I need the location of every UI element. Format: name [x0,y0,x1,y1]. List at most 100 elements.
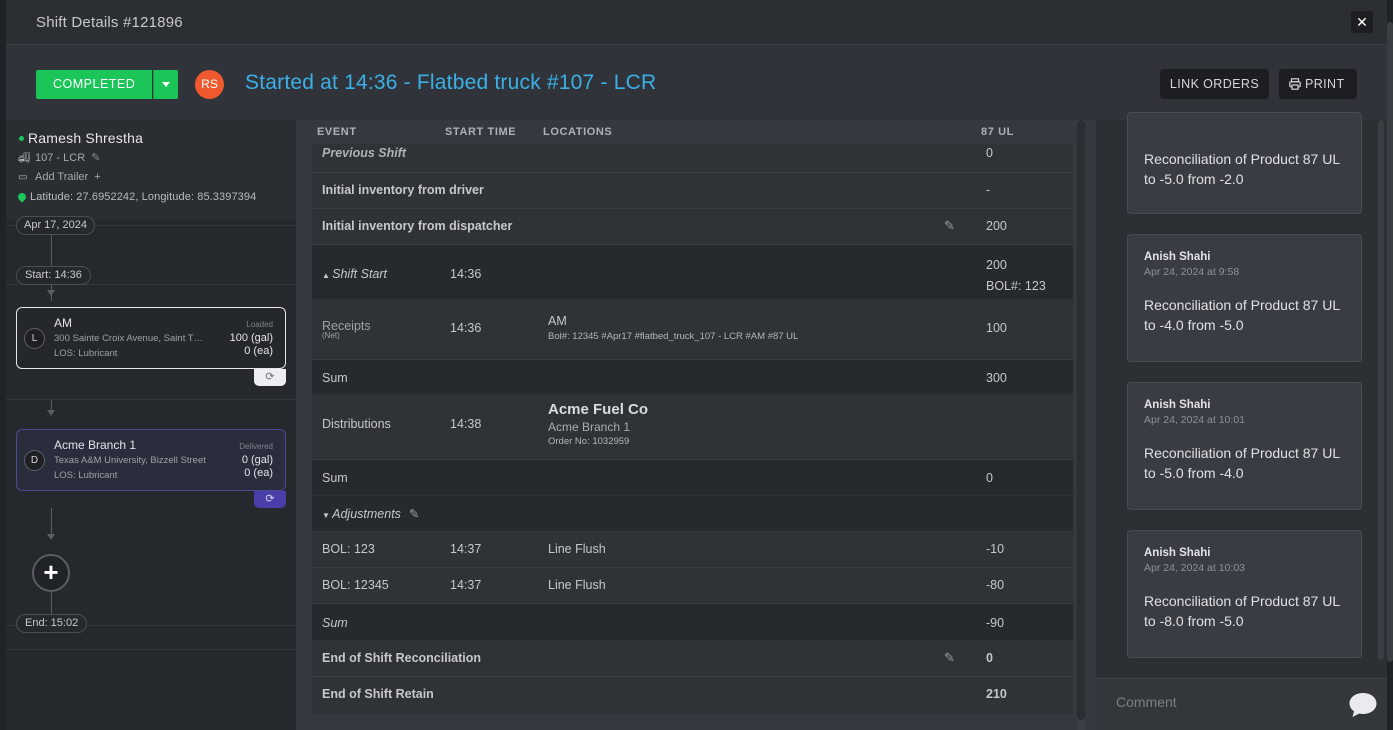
col-event: EVENT [317,126,357,138]
add-stop-button[interactable]: + [32,554,70,592]
value: -80 [986,578,1005,592]
sync-icon[interactable]: ⟳ [254,369,286,386]
order-number: Order No: 1032959 [548,436,630,447]
stop-type-badge: D [24,450,45,471]
table-row: End of Shift Reconciliation ✎ 0 [312,641,1073,677]
location-detail: Bol#: 12345 #Apr17 #flatbed_truck_107 - … [548,331,799,342]
stop-address: 300 Sainte Croix Avenue, Saint Thomas [54,333,206,344]
table-row: Sum -90 [312,604,1073,641]
comment-author: Anish Shahi [1144,399,1211,411]
edit-truck-icon[interactable]: ✎ [91,152,100,164]
event-label: Sum [322,371,348,385]
timeline-arrow [47,534,55,540]
table-row: End of Shift Retain 210 [312,677,1073,714]
timeline-arrow [47,410,55,416]
status-dropdown[interactable]: COMPLETED [36,70,179,99]
comment-author: Anish Shahi [1144,251,1211,263]
event-label[interactable]: ▲ Shift Start [322,267,387,281]
comment-text: Reconciliation of Product 87 UL to -5.0 … [1144,445,1340,481]
stop-address: Texas A&M University, Bizzell Street [54,455,206,466]
print-button[interactable]: PRINT [1279,69,1357,99]
trailer-row[interactable]: ▭ Add Trailer + [18,171,101,183]
caret-up-icon: ▲ [322,271,333,280]
inventory-panel: EVENT START TIME LOCATIONS 87 UL Previou… [296,120,1096,730]
value: 300 [986,371,1007,385]
shift-details-modal: Shift Details #121896 ✕ COMPLETED RS Sta… [6,0,1387,730]
trailer-icon: ▭ [18,172,28,183]
location-row: Latitude: 27.6952242, Longitude: 85.3397… [16,191,257,203]
stop-qty-ea: 0 (ea) [244,467,273,479]
table-row: Receipts (Net) 14:36 AM Bol#: 12345 #Apr… [312,300,1073,360]
printer-icon [1289,78,1301,90]
avatar: RS [195,70,224,99]
table-row: BOL: 123 14:37 Line Flush -10 [312,532,1073,568]
modal-title-bar: Shift Details #121896 ✕ [6,0,1387,44]
status-button[interactable]: COMPLETED [36,70,153,99]
pencil-icon[interactable]: ✎ [944,650,955,666]
print-label: PRINT [1305,77,1345,91]
value: 0 [986,471,993,485]
value: -90 [986,616,1005,630]
stop-card-loaded[interactable]: L AM 300 Sainte Croix Avenue, Saint Thom… [16,307,286,386]
add-trailer-icon[interactable]: + [94,171,100,183]
value: 200 [986,258,1007,272]
timeline-arrow [47,290,55,296]
link-orders-button[interactable]: LINK ORDERS [1160,69,1269,99]
comments-scrollbar[interactable] [1378,120,1384,660]
stop-type-badge: L [24,328,45,349]
location: Line Flush [548,578,606,592]
sync-icon[interactable]: ⟳ [254,491,286,508]
page-scrollbar[interactable] [1387,22,1393,662]
adjustments-toggle[interactable]: ▼ Adjustments ✎ [322,506,419,521]
table-row: ▲ Shift Start 14:36 200 BOL#: 123 [312,245,1073,300]
comment-text: Reconciliation of Product 87 UL to -4.0 … [1144,297,1340,333]
comment-input[interactable]: Comment [1116,694,1177,710]
truck-row: 🚚︎ 107 - LCR ✎ [18,151,100,164]
table-row: Initial inventory from dispatcher ✎ 200 [312,209,1073,245]
time: 14:36 [450,267,482,281]
time: 14:37 [450,542,482,556]
event-label: BOL: 123 [322,542,375,556]
event-label: Initial inventory from dispatcher [322,219,513,233]
event-label: Distributions [322,417,391,431]
chevron-down-icon[interactable] [153,70,179,99]
comment-card: Reconciliation of Product 87 UL to -5.0 … [1127,112,1362,214]
map-pin-icon [16,191,28,203]
stop-card-delivered[interactable]: D Acme Branch 1 Texas A&M University, Bi… [16,429,286,508]
event-label: End of Shift Reconciliation [322,651,482,665]
timeline-line [51,235,52,270]
customer-name: Acme Fuel Co [548,401,649,418]
pencil-icon[interactable]: ✎ [944,218,955,234]
add-trailer-label[interactable]: Add Trailer [35,171,88,183]
modal-title: Shift Details #121896 [36,14,183,31]
table-row: Initial inventory from driver - [312,173,1073,209]
comment-text: Reconciliation of Product 87 UL to -5.0 … [1144,151,1340,187]
table-row: Sum 0 [312,460,1073,496]
table-row: Previous Shift 0 [312,144,1073,173]
caret-down-icon: ▼ [322,511,333,520]
shift-timeline-panel: Ramesh Shrestha 🚚︎ 107 - LCR ✎ ▭ Add Traile… [6,120,296,730]
pencil-icon[interactable]: ✎ [409,507,419,521]
driver-info: Ramesh Shrestha 🚚︎ 107 - LCR ✎ ▭ Add Traile… [6,120,296,220]
table-scrollbar[interactable] [1077,120,1085,730]
truck-label: 107 - LCR [35,152,86,164]
stop-los: LOS: Lubricant [54,470,118,481]
speech-bubble-icon[interactable] [1348,691,1378,719]
value: 0 [986,651,993,665]
scrollbar-thumb[interactable] [1077,120,1085,720]
stop-qty-gal: 100 (gal) [229,332,273,344]
close-button[interactable]: ✕ [1351,11,1373,33]
coordinates: Latitude: 27.6952242, Longitude: 85.3397… [30,191,257,203]
comment-card: Anish Shahi Apr 24, 2024 at 9:58 Reconci… [1127,234,1362,362]
value: 100 [986,321,1007,335]
online-status-dot [19,136,24,141]
timeline-line [51,592,52,616]
branch-name: Acme Branch 1 [548,420,631,434]
event-label: Sum [322,616,348,630]
table-header: EVENT START TIME LOCATIONS 87 UL [312,120,1073,144]
table-row: BOL: 12345 14:37 Line Flush -80 [312,568,1073,604]
comment-text: Reconciliation of Product 87 UL to -8.0 … [1144,593,1340,629]
date-pill: Apr 17, 2024 [16,216,95,235]
stop-name: AM [54,316,72,330]
comment-date: Apr 24, 2024 at 9:58 [1144,266,1240,278]
